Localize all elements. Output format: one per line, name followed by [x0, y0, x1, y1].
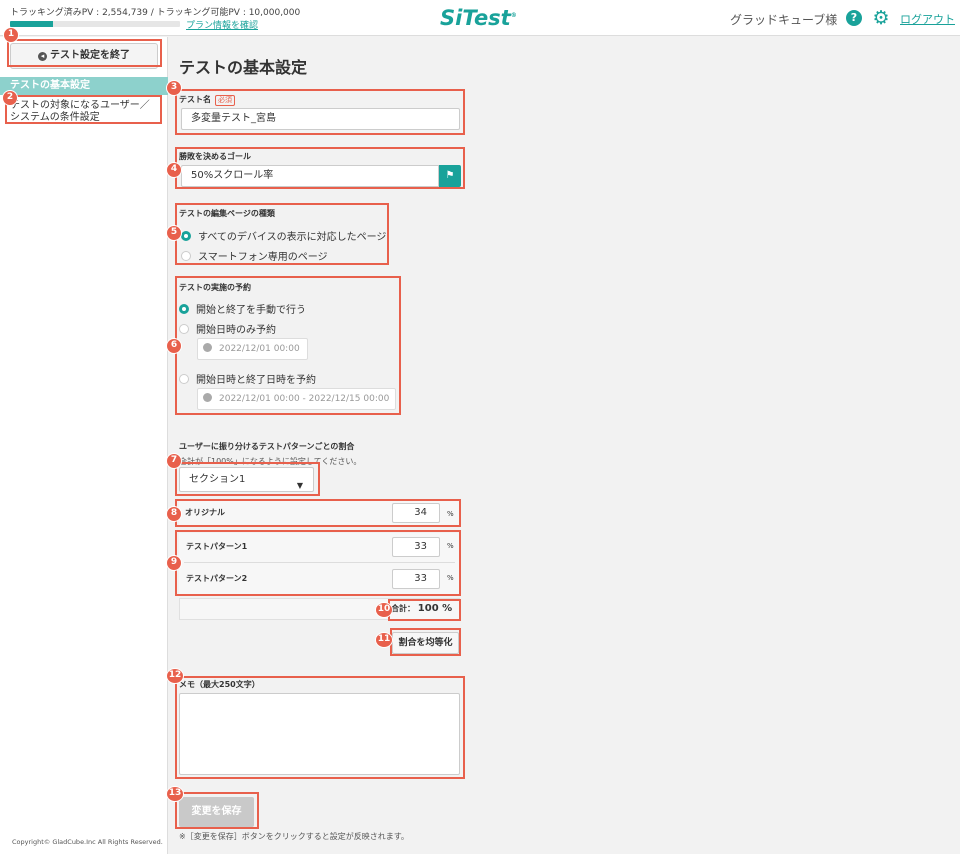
back-arrow-icon: ◂ [38, 52, 47, 61]
save-note: ※［変更を保存］ボタンをクリックすると設定が反映されます。 [179, 832, 409, 841]
original-ratio-input[interactable]: 34 [392, 503, 440, 523]
page-type-label: テストの編集ページの種類 [179, 209, 275, 218]
pattern-1-name: テストパターン1 [186, 542, 248, 551]
pattern-1-ratio-input[interactable]: 33 [392, 537, 440, 557]
pattern-2-name: テストパターン2 [186, 574, 248, 583]
annotation-marker-10: 10 [375, 602, 393, 618]
annotation-marker-4: 4 [166, 162, 182, 178]
annotation-marker-11: 11 [375, 632, 393, 648]
radio-selected-icon [179, 304, 189, 314]
percent-unit: % [447, 574, 454, 582]
top-header: トラッキング済みPV : 2,554,739 / トラッキング可能PV : 10… [0, 0, 960, 36]
clock-icon [203, 343, 212, 352]
schedule-option-start-end[interactable]: 開始日時と終了日時を予約 [179, 371, 316, 386]
annotation-marker-8: 8 [166, 506, 182, 522]
annotation-marker-3: 3 [166, 80, 182, 96]
plan-info-link[interactable]: プラン情報を確認 [186, 18, 258, 31]
annotation-marker-5: 5 [166, 225, 182, 241]
radio-unselected-icon [181, 251, 191, 261]
page-type-option-smartphone[interactable]: スマートフォン専用のページ [181, 248, 328, 263]
ratio-note: 合計が「100%」になるように設定してください。 [179, 457, 362, 466]
sitest-logo[interactable]: SiTest® [440, 6, 517, 30]
test-name-input[interactable]: 多変量テスト_宮島 [181, 108, 460, 130]
equalize-ratio-button[interactable]: 割合を均等化 [392, 632, 459, 654]
pv-usage-fill [10, 21, 54, 27]
clock-icon [203, 393, 212, 402]
date-range-input[interactable]: 2022/12/01 00:00 - 2022/12/15 00:00 [197, 388, 396, 410]
sidebar-item-basic-settings[interactable]: テストの基本設定 [0, 77, 168, 95]
flag-icon: ⚑ [445, 170, 455, 181]
main-content: テストの基本設定 テスト名 必須 多変量テスト_宮島 勝敗を決めるゴール 50%ス… [169, 37, 960, 854]
annotation-marker-2: 2 [2, 90, 18, 106]
percent-unit: % [447, 510, 454, 518]
pv-usage-text: トラッキング済みPV : 2,554,739 / トラッキング可能PV : 10… [10, 8, 301, 18]
percent-unit: % [447, 542, 454, 550]
sidebar-item-target-conditions[interactable]: テストの対象になるユーザー／システムの条件設定 [0, 97, 168, 127]
ratio-label: ユーザーに振り分けるテストパターンごとの割合 [179, 442, 355, 451]
goal-label: 勝敗を決めるゴール [179, 152, 251, 161]
annotation-marker-1: 1 [3, 27, 19, 43]
pv-usage-bar [10, 21, 180, 27]
schedule-option-start-only[interactable]: 開始日時のみ予約 [179, 321, 276, 336]
end-test-settings-button[interactable]: ◂ テスト設定を終了 [10, 43, 158, 69]
annotation-marker-12: 12 [166, 668, 184, 684]
goal-flag-button[interactable]: ⚑ [439, 165, 461, 187]
schedule-option-manual[interactable]: 開始と終了を手動で行う [179, 301, 306, 316]
schedule-label: テストの実施の予約 [179, 283, 251, 292]
annotation-marker-7: 7 [166, 453, 182, 469]
save-changes-button[interactable]: 変更を保存 [179, 797, 254, 827]
annotation-marker-6: 6 [166, 338, 182, 354]
logout-link[interactable]: ログアウト [900, 11, 955, 27]
page-title: テストの基本設定 [179, 58, 308, 77]
user-name: グラッドキューブ様 [730, 13, 838, 27]
caret-down-icon: ▼ [296, 481, 303, 490]
ratio-total: 合計： 100 % [391, 603, 453, 614]
radio-unselected-icon [179, 374, 189, 384]
copyright: Copyright© GladCube.Inc All Rights Reser… [12, 838, 163, 846]
radio-unselected-icon [179, 324, 189, 334]
required-badge: 必須 [215, 95, 235, 106]
annotation-marker-9: 9 [166, 555, 182, 571]
memo-textarea[interactable] [179, 693, 460, 775]
test-name-label: テスト名 必須 [179, 94, 235, 106]
goal-input[interactable]: 50%スクロール率 [181, 165, 439, 187]
sidebar: ◂ テスト設定を終了 テストの基本設定 テストの対象になるユーザー／システムの条件… [0, 37, 168, 854]
original-name: オリジナル [185, 508, 225, 517]
start-date-input[interactable]: 2022/12/01 00:00 [197, 338, 308, 360]
page-type-option-all-devices[interactable]: すべてのデバイスの表示に対応したページ [181, 228, 386, 243]
radio-selected-icon [181, 231, 191, 241]
pattern-2-ratio-input[interactable]: 33 [392, 569, 440, 589]
section-select[interactable]: セクション1 ▼ [179, 467, 314, 492]
gear-icon[interactable]: ⚙ [871, 8, 891, 28]
memo-label: メモ（最大250文字） [179, 680, 260, 689]
help-icon[interactable]: ? [846, 10, 862, 26]
annotation-marker-13: 13 [166, 786, 184, 802]
pattern-divider [184, 562, 455, 563]
